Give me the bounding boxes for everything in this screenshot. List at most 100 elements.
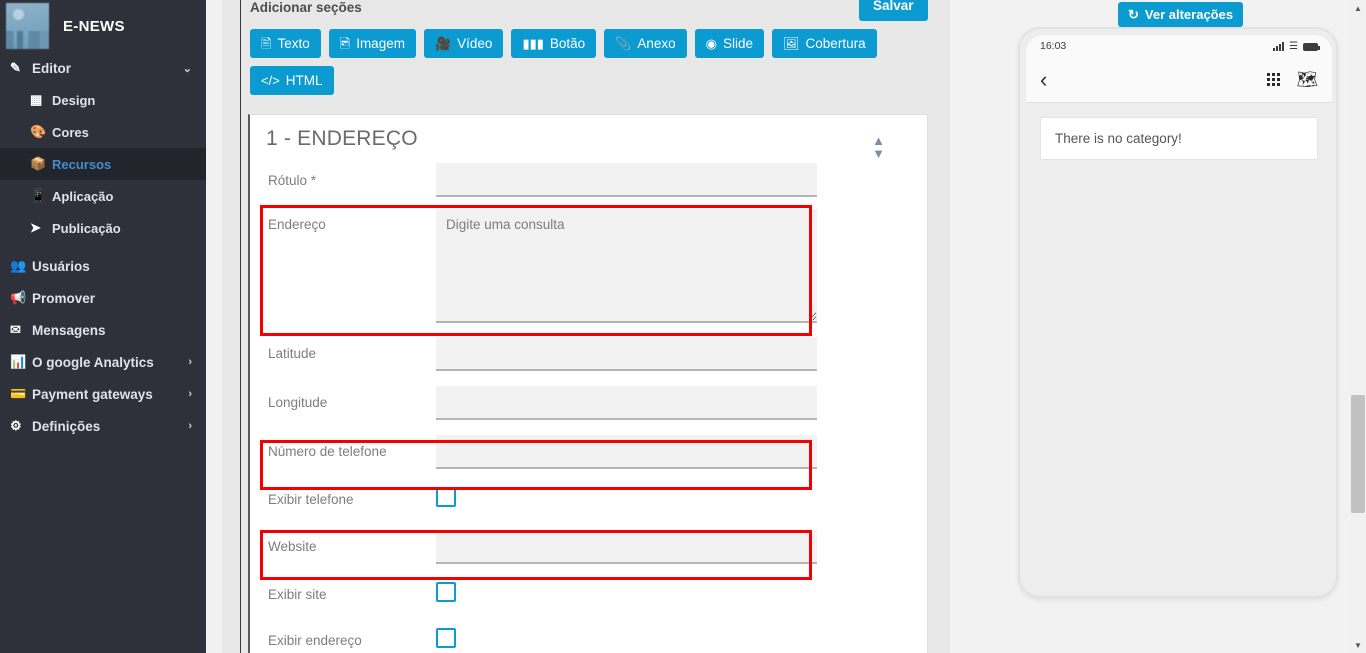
sidebar-item-label: Recursos (52, 156, 112, 172)
button-label: Slide (723, 36, 754, 51)
exibir-endereco-checkbox[interactable] (436, 627, 456, 648)
sidebar-item-definicoes[interactable]: ⚙ Definições › (0, 410, 206, 442)
mobile-icon: 📱 (30, 188, 47, 203)
view-changes-button[interactable]: ↻ Ver alterações (1118, 2, 1244, 27)
sidebar-item-mensagens[interactable]: ✉ Mensagens (0, 314, 206, 346)
gear-icon: ⚙ (10, 418, 22, 433)
chevron-down-icon: ⌄ (182, 62, 192, 75)
refresh-icon: ↻ (1128, 7, 1139, 22)
button-label: Anexo (637, 36, 676, 51)
city-thumbnail-icon (6, 3, 49, 49)
field-label: Exibir site (268, 586, 327, 602)
sidebar-item-label: Payment gateways (32, 386, 153, 402)
save-button[interactable]: Salvar (859, 0, 928, 21)
button-label: Imagem (356, 36, 405, 51)
add-slide-button[interactable]: ◉ Slide (694, 29, 765, 58)
button-label: Cobertura (805, 36, 866, 51)
document-icon: 🖹 (261, 36, 272, 51)
app-root: E-NEWS ✎ Editor ⌄ ▦ Design 🎨 Cores 📦 Rec… (0, 0, 1366, 653)
map-icon[interactable]: 🗺 (1296, 71, 1318, 88)
sidebar-item-payment-gateways[interactable]: 💳 Payment gateways › (0, 378, 206, 410)
phone-status-bar: 16:03 ☰ (1026, 35, 1332, 57)
pencil-icon: ✎ (10, 60, 21, 75)
endereco-textarea[interactable] (436, 209, 817, 323)
users-icon: 👥 (10, 258, 27, 273)
sidebar-item-cores[interactable]: 🎨 Cores (0, 116, 206, 148)
longitude-input[interactable] (436, 385, 817, 420)
paperclip-icon: 📎 (615, 36, 632, 51)
add-botao-button[interactable]: ▮▮▮ Botão (511, 29, 597, 58)
sidebar-item-label: O google Analytics (32, 354, 154, 370)
left-scrollbar-track[interactable] (206, 0, 222, 653)
sidebar-item-editor[interactable]: ✎ Editor ⌄ (0, 52, 206, 84)
add-cobertura-button[interactable]: 🖼 Cobertura (772, 29, 877, 58)
sidebar-item-promover[interactable]: 📢 Promover (0, 282, 206, 314)
box-icon: 📦 (30, 156, 47, 171)
add-imagem-button[interactable]: 🖻 Imagem (328, 29, 416, 58)
wifi-icon: ☰ (1289, 40, 1298, 52)
button-label: Vídeo (457, 36, 493, 51)
add-html-button[interactable]: </> HTML (250, 66, 334, 95)
battery-full-icon (1303, 42, 1320, 51)
add-anexo-button[interactable]: 📎 Anexo (604, 29, 687, 58)
view-changes-label: Ver alterações (1144, 7, 1234, 22)
phone-mockup: 16:03 ☰ ‹ 🗺 There is no category! (1018, 27, 1338, 598)
brand[interactable]: E-NEWS (0, 0, 206, 52)
button-label: Texto (277, 36, 310, 51)
website-input[interactable] (436, 529, 817, 564)
exibir-site-checkbox[interactable] (436, 581, 456, 602)
status-time: 16:03 (1040, 40, 1067, 52)
button-icon: ▮▮▮ (522, 36, 544, 51)
section-card-endereco: 1 - ENDEREÇO ▲▼ Rótulo * Endereço Latitu… (248, 114, 928, 653)
phone-screen: 16:03 ☰ ‹ 🗺 There is no category! (1026, 35, 1332, 592)
right-scrollbar[interactable]: ▲ ▼ (1350, 0, 1366, 653)
field-label: Número de telefone (268, 444, 387, 459)
sidebar-item-recursos[interactable]: 📦 Recursos (0, 148, 206, 180)
chevron-left-icon[interactable]: ‹ (1040, 68, 1047, 91)
sidebar-item-design[interactable]: ▦ Design (0, 84, 206, 116)
play-circle-icon: ◉ (705, 36, 717, 51)
add-section-buttons: 🖹 Texto 🖻 Imagem 🎥 Vídeo ▮▮▮ Botão 📎 Ane… (250, 29, 890, 95)
rotulo-input[interactable] (436, 163, 817, 197)
field-label: Rótulo * (268, 172, 317, 188)
brand-name: E-NEWS (63, 17, 125, 35)
status-icons: ☰ (1273, 40, 1320, 52)
sidebar-item-label: Cores (52, 124, 89, 140)
exibir-telefone-checkbox[interactable] (436, 486, 456, 507)
sidebar-item-label: Usuários (32, 258, 90, 274)
field-label: Endereço (268, 217, 326, 232)
triangle-up-icon[interactable]: ▲ (1350, 0, 1366, 16)
sidebar-item-aplicacao[interactable]: 📱 Aplicação (0, 180, 206, 212)
sidebar-item-label: Design (52, 92, 96, 108)
field-row-exibir-endereco: Exibir endereço (250, 617, 927, 653)
chevron-right-icon: › (188, 388, 192, 400)
field-row-endereco: Endereço (250, 201, 927, 329)
sidebar-item-publicacao[interactable]: ➤ Publicação (0, 212, 206, 244)
envelope-icon: ✉ (10, 322, 21, 337)
sidebar-editor-subgroup: ▦ Design 🎨 Cores 📦 Recursos 📱 Aplicação … (0, 84, 206, 244)
sort-updown-icon[interactable]: ▲ ▼ (872, 134, 885, 160)
chart-icon: 📊 (10, 354, 27, 369)
field-row-website: Website (250, 522, 927, 571)
sidebar-item-google-analytics[interactable]: 📊 O google Analytics › (0, 346, 206, 378)
field-row-rotulo: Rótulo * (250, 159, 927, 201)
video-icon: 🎥 (434, 36, 452, 51)
chevron-right-icon: › (188, 356, 192, 368)
phone-nav-actions: 🗺 (1267, 71, 1318, 88)
megaphone-icon: 📢 (10, 290, 27, 305)
add-video-button[interactable]: 🎥 Vídeo (423, 29, 504, 58)
credit-card-icon: 💳 (10, 386, 27, 401)
grid-dots-icon[interactable] (1267, 73, 1281, 86)
telefone-input[interactable] (436, 434, 817, 469)
add-texto-button[interactable]: 🖹 Texto (250, 29, 321, 58)
code-icon: </> (261, 73, 280, 88)
sidebar-item-label: Publicação (52, 220, 121, 236)
scrollbar-thumb[interactable] (1351, 395, 1365, 513)
latitude-input[interactable] (436, 336, 817, 371)
phone-nav-bar: ‹ 🗺 (1026, 57, 1332, 103)
sidebar: E-NEWS ✎ Editor ⌄ ▦ Design 🎨 Cores 📦 Rec… (0, 0, 206, 653)
sidebar-item-usuarios[interactable]: 👥 Usuários (0, 250, 206, 282)
add-sections-label: Adicionar seções (250, 0, 362, 15)
triangle-down-icon[interactable]: ▼ (1350, 637, 1366, 653)
field-label: Exibir telefone (268, 491, 354, 507)
